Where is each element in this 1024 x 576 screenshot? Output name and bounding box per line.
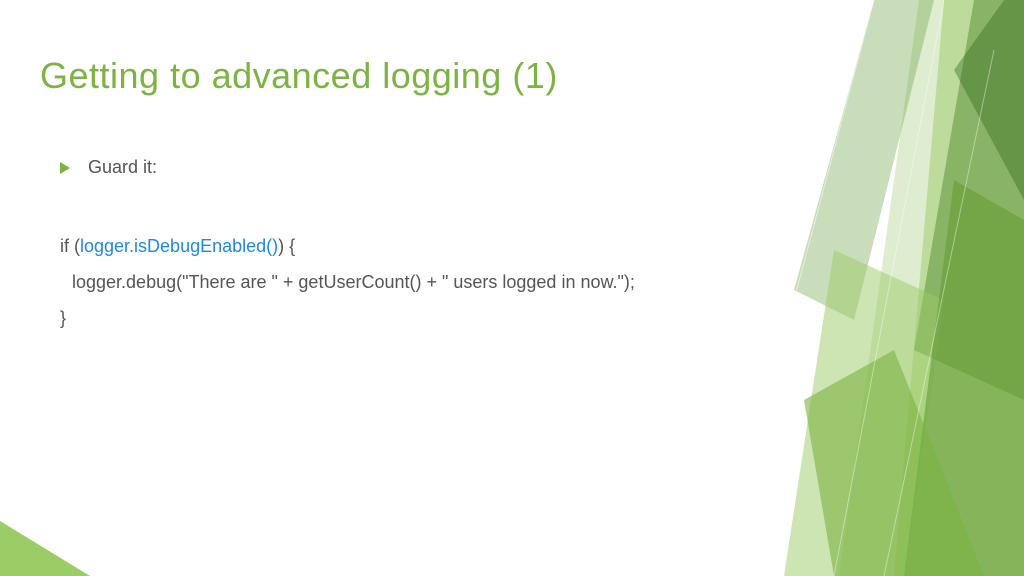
code-line-2: logger.debug("There are " + getUserCount…	[60, 264, 984, 300]
bullet-text: Guard it:	[88, 157, 157, 178]
slide-content: Getting to advanced logging (1) Guard it…	[0, 0, 1024, 376]
code-line-3: }	[60, 300, 984, 336]
bullet-item: Guard it:	[60, 157, 984, 178]
code-block: if (logger.isDebugEnabled()) { logger.de…	[60, 228, 984, 336]
corner-decoration	[0, 521, 90, 576]
code-line-1: if (logger.isDebugEnabled()) {	[60, 228, 984, 264]
slide-title: Getting to advanced logging (1)	[40, 55, 984, 97]
code-line1-pre: if (	[60, 236, 80, 256]
bullet-triangle-icon	[60, 162, 70, 174]
code-line1-post: ) {	[278, 236, 295, 256]
code-line1-highlight: logger.isDebugEnabled()	[80, 236, 278, 256]
